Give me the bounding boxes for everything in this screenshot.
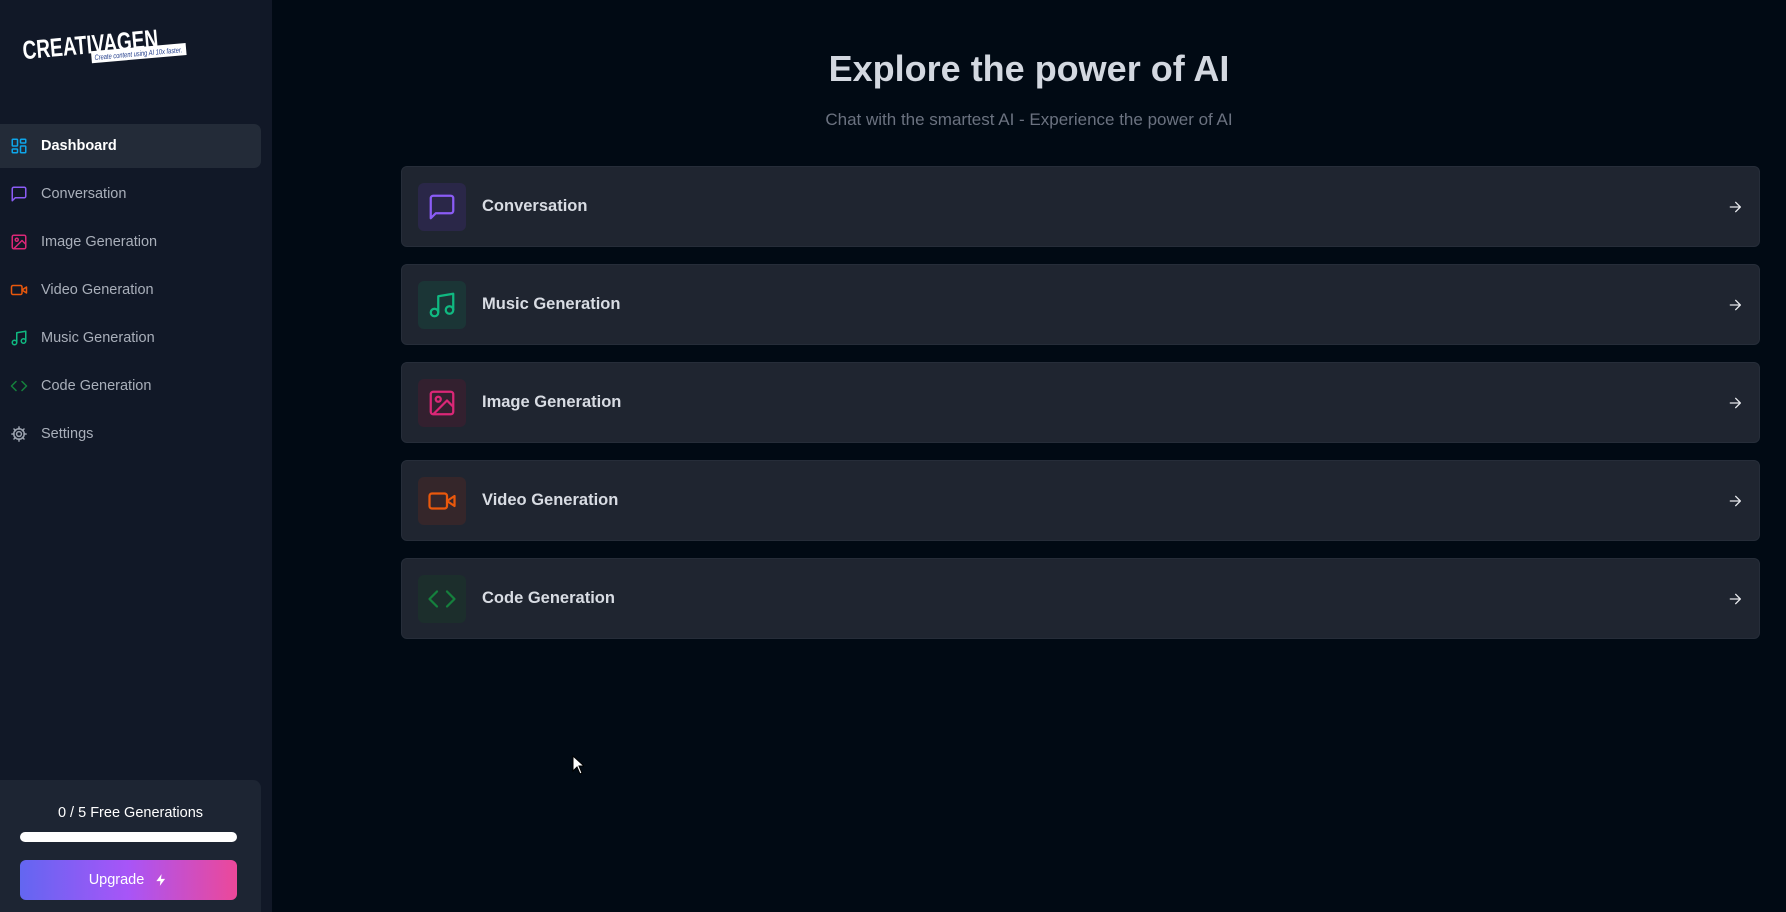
tool-card-music-generation[interactable]: Music Generation [401,264,1760,345]
tool-card-icon-box [418,280,466,329]
free-generations-panel: 0 / 5 Free Generations Upgrade [0,780,261,912]
mouse-cursor-icon [572,754,586,775]
message-square-icon [10,185,28,203]
upgrade-button-label: Upgrade [88,872,145,888]
tool-card-conversation[interactable]: Conversation [401,166,1760,247]
upgrade-button[interactable]: Upgrade [20,860,237,900]
image-icon [10,233,28,251]
sidebar-item-image-generation[interactable]: Image Generation [0,220,261,264]
message-square-icon [427,192,457,222]
settings-icon [10,425,28,443]
tool-card-icon-box [418,574,466,623]
arrow-right-icon [1727,493,1743,509]
tool-card-image-generation[interactable]: Image Generation [401,362,1760,443]
sidebar-item-code-generation[interactable]: Code Generation [0,364,261,408]
tool-card-video-generation[interactable]: Video Generation [401,460,1760,541]
free-generations-count: 0 / 5 Free Generations [57,805,204,821]
code-icon [10,377,28,395]
video-icon [427,486,457,516]
sidebar-item-dashboard[interactable]: Dashboard [0,124,261,168]
music-icon [10,329,28,347]
sidebar-item-label: Settings [41,426,94,442]
tool-card-label: Music Generation [482,295,621,313]
page-title: Explore the power of AI [828,48,1230,89]
video-icon [10,281,28,299]
tools-list: Conversation Music Generation Image Gene… [401,166,1760,656]
page-subtitle: Chat with the smartest AI - Experience t… [825,110,1233,129]
sidebar-item-label: Music Generation [41,330,155,346]
code-icon [427,584,457,614]
music-icon [427,290,457,320]
arrow-right-icon [1727,297,1743,313]
tool-card-label: Code Generation [482,589,615,607]
tool-card-label: Conversation [482,197,588,215]
brand-logo[interactable]: CREATIVAGEN Create content using AI 10x … [20,12,190,68]
sidebar-item-label: Dashboard [41,138,117,154]
sidebar-item-conversation[interactable]: Conversation [0,172,261,216]
tool-card-icon-box [418,182,466,231]
arrow-right-icon [1727,591,1743,607]
image-icon [427,388,457,418]
tool-card-icon-box [418,476,466,525]
sidebar-item-label: Conversation [41,186,127,202]
arrow-right-icon [1727,199,1743,215]
zap-icon [154,873,168,887]
tool-card-label: Image Generation [482,393,622,411]
tool-card-code-generation[interactable]: Code Generation [401,558,1760,639]
tool-card-icon-box [418,378,466,427]
sidebar-item-video-generation[interactable]: Video Generation [0,268,261,312]
sidebar-item-label: Image Generation [41,234,158,250]
sidebar-item-music-generation[interactable]: Music Generation [0,316,261,360]
sidebar-item-label: Video Generation [41,282,154,298]
tool-card-label: Video Generation [482,491,619,509]
dashboard-icon [10,137,28,155]
free-generations-progress-bar [20,832,237,842]
sidebar-nav: Dashboard Conversation Image Generation … [0,124,261,460]
sidebar-item-label: Code Generation [41,378,152,394]
sidebar: CREATIVAGEN Create content using AI 10x … [0,0,272,912]
arrow-right-icon [1727,395,1743,411]
sidebar-item-settings[interactable]: Settings [0,412,261,456]
